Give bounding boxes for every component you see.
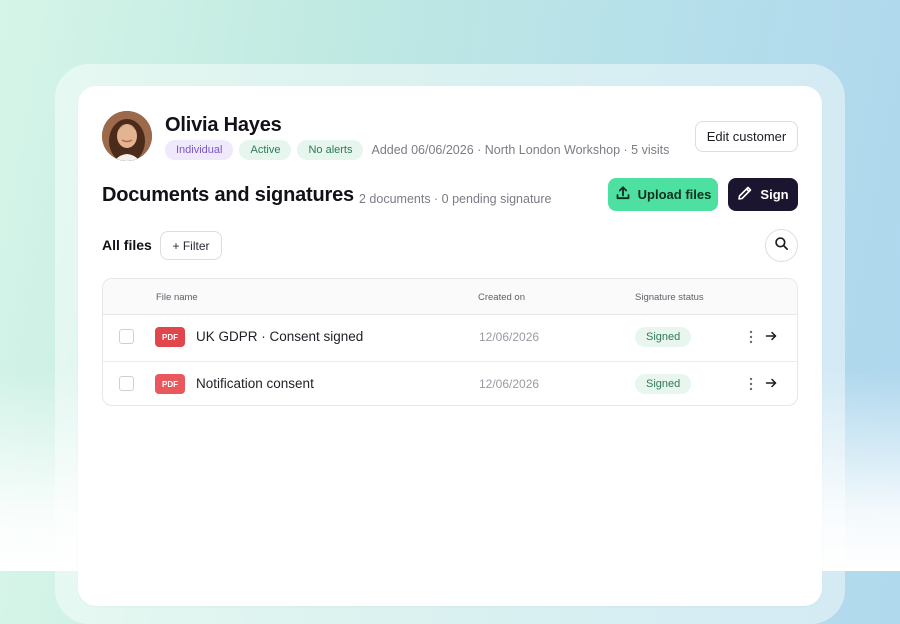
file-name[interactable]: Notification consent: [196, 376, 314, 391]
kebab-icon[interactable]: [747, 375, 755, 393]
arrow-right-icon[interactable]: [764, 329, 778, 343]
pen-icon: [737, 185, 753, 204]
header-file-name: File name: [156, 292, 198, 303]
search-button[interactable]: [765, 229, 798, 262]
row-checkbox[interactable]: [119, 329, 134, 344]
upload-files-button[interactable]: Upload files: [608, 178, 718, 211]
search-icon: [774, 236, 789, 256]
customer-name: Olivia Hayes: [165, 114, 282, 136]
section-title: Documents and signatures: [102, 184, 354, 206]
sign-label: Sign: [760, 187, 789, 202]
sign-button[interactable]: Sign: [728, 178, 798, 211]
header-signature-status: Signature status: [635, 292, 704, 303]
pdf-icon: PDF: [155, 327, 185, 347]
pdf-icon: PDF: [155, 374, 185, 394]
avatar: [102, 111, 152, 161]
files-table: File name Created on Signature status PD…: [102, 278, 798, 406]
row-checkbox[interactable]: [119, 376, 134, 391]
section-subtitle: 2 documents · 0 pending signature: [359, 192, 552, 206]
kebab-icon[interactable]: [747, 328, 755, 346]
table-row[interactable]: PDF Notification consent 12/06/2026 Sign…: [103, 362, 797, 405]
table-header: File name Created on Signature status: [103, 279, 797, 315]
created-date: 12/06/2026: [479, 377, 540, 391]
file-name[interactable]: UK GDPR · Consent signed: [196, 329, 363, 344]
filter-button[interactable]: + Filter: [160, 231, 222, 260]
upload-icon: [615, 185, 631, 204]
table-row[interactable]: PDF UK GDPR · Consent signed 12/06/2026 …: [103, 315, 797, 362]
upload-files-label: Upload files: [637, 187, 712, 202]
customer-meta-text: Added 06/06/2026 · North London Workshop…: [371, 143, 670, 157]
status-badge: Signed: [635, 327, 692, 347]
badge-individual: Individual: [165, 140, 234, 160]
all-files-heading: All files: [102, 237, 152, 253]
created-date: 12/06/2026: [479, 330, 540, 344]
badge-active: Active: [239, 140, 292, 160]
badge-no-alerts: No alerts: [297, 140, 364, 160]
customer-meta-row: Individual Active No alerts Added 06/06/…: [165, 140, 669, 160]
header-created-on: Created on: [478, 292, 526, 303]
arrow-right-icon[interactable]: [764, 376, 778, 390]
status-badge: Signed: [635, 374, 692, 394]
edit-customer-button[interactable]: Edit customer: [695, 121, 798, 152]
